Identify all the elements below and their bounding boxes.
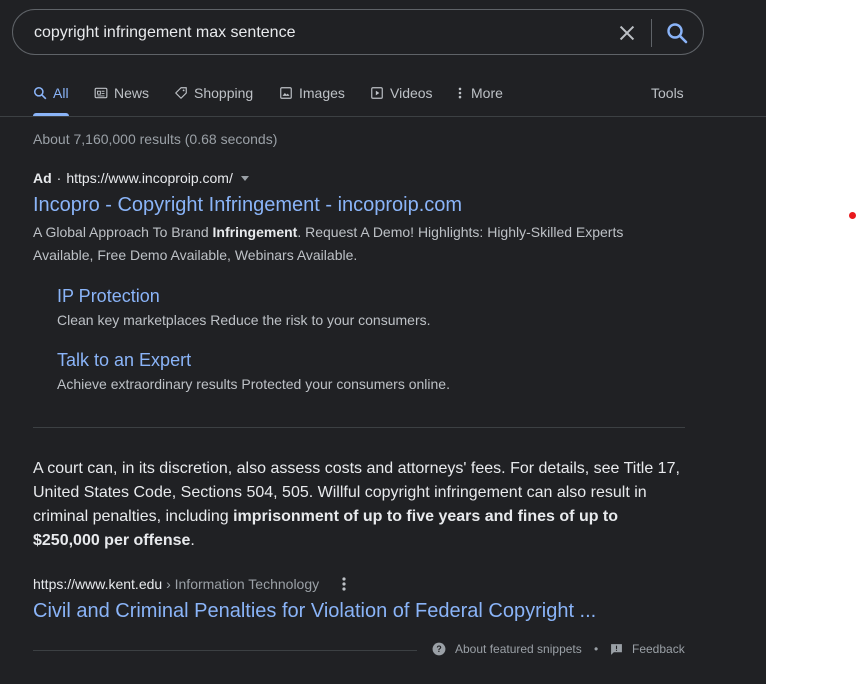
image-icon	[280, 87, 292, 99]
red-marker-dot	[849, 212, 856, 219]
result-options-kebab-icon[interactable]	[340, 576, 348, 592]
featured-snippet: A court can, in its discretion, also ass…	[33, 457, 683, 553]
tab-all[interactable]: All	[33, 85, 69, 101]
footer-divider	[33, 650, 417, 651]
ad-description: A Global Approach To Brand Infringement.…	[33, 221, 673, 267]
sitelink-talk-to-expert[interactable]: Talk to an Expert	[57, 350, 191, 371]
result-stats: About 7,160,000 results (0.68 seconds)	[33, 131, 278, 147]
tab-news[interactable]: News	[94, 85, 149, 101]
ad-url[interactable]: https://www.incoproip.com/	[66, 170, 233, 186]
result-breadcrumb: › Information Technology	[162, 576, 320, 592]
tab-videos[interactable]: Videos	[370, 85, 433, 101]
tabs-divider	[0, 116, 766, 117]
tab-shopping[interactable]: Shopping	[174, 85, 253, 101]
result-title-link[interactable]: Civil and Criminal Penalties for Violati…	[33, 600, 596, 623]
footer-dot-separator: •	[594, 642, 599, 656]
tools-button[interactable]: Tools	[651, 85, 684, 101]
about-snippets-label: About featured snippets	[455, 642, 582, 656]
ad-separator: ·	[56, 170, 62, 186]
tag-icon	[175, 87, 187, 99]
ad-label: Ad	[33, 170, 52, 186]
tab-more[interactable]: More	[455, 85, 503, 101]
feedback-icon	[611, 643, 622, 655]
sitelink-description: Clean key marketplaces Reduce the risk t…	[57, 312, 431, 328]
ad-title-link[interactable]: Incopro - Copyright Infringement - incop…	[33, 194, 462, 217]
result-url[interactable]: https://www.kent.edu	[33, 576, 162, 592]
search-box[interactable]: copyright infringement max sentence	[12, 9, 704, 55]
search-icon[interactable]	[665, 21, 689, 45]
ad-url-line: Ad · https://www.incoproip.com/	[33, 170, 249, 186]
kebab-icon	[458, 87, 462, 99]
help-icon: ?	[432, 642, 446, 656]
search-icon	[33, 86, 47, 100]
tab-label: Videos	[390, 85, 433, 101]
tab-label: All	[53, 85, 69, 101]
tab-label: Shopping	[194, 85, 254, 101]
tab-label: More	[471, 85, 503, 101]
feedback-label: Feedback	[632, 642, 685, 656]
search-input[interactable]: copyright infringement max sentence	[34, 24, 295, 42]
video-icon	[371, 87, 383, 99]
sitelink-description: Achieve extraordinary results Protected …	[57, 376, 450, 392]
tab-label: News	[114, 85, 150, 101]
result-url-line[interactable]: https://www.kent.edu › Information Techn…	[33, 576, 319, 592]
ad-dropdown-caret-icon[interactable]	[240, 175, 249, 181]
feedback-link[interactable]: Feedback	[610, 642, 685, 656]
news-icon	[94, 87, 108, 99]
snippet-text: .	[190, 532, 195, 549]
search-box-divider	[651, 19, 652, 47]
about-featured-snippets-link[interactable]: ? About featured snippets	[432, 642, 582, 656]
clear-icon[interactable]	[616, 22, 638, 44]
tab-label: Images	[299, 85, 345, 101]
tab-images[interactable]: Images	[279, 85, 345, 101]
svg-text:?: ?	[436, 644, 441, 654]
sitelink-ip-protection[interactable]: IP Protection	[57, 286, 160, 307]
ad-desc-text: A Global Approach To Brand	[33, 224, 213, 240]
ad-desc-bold: Infringement	[212, 224, 298, 240]
section-divider	[33, 427, 685, 428]
